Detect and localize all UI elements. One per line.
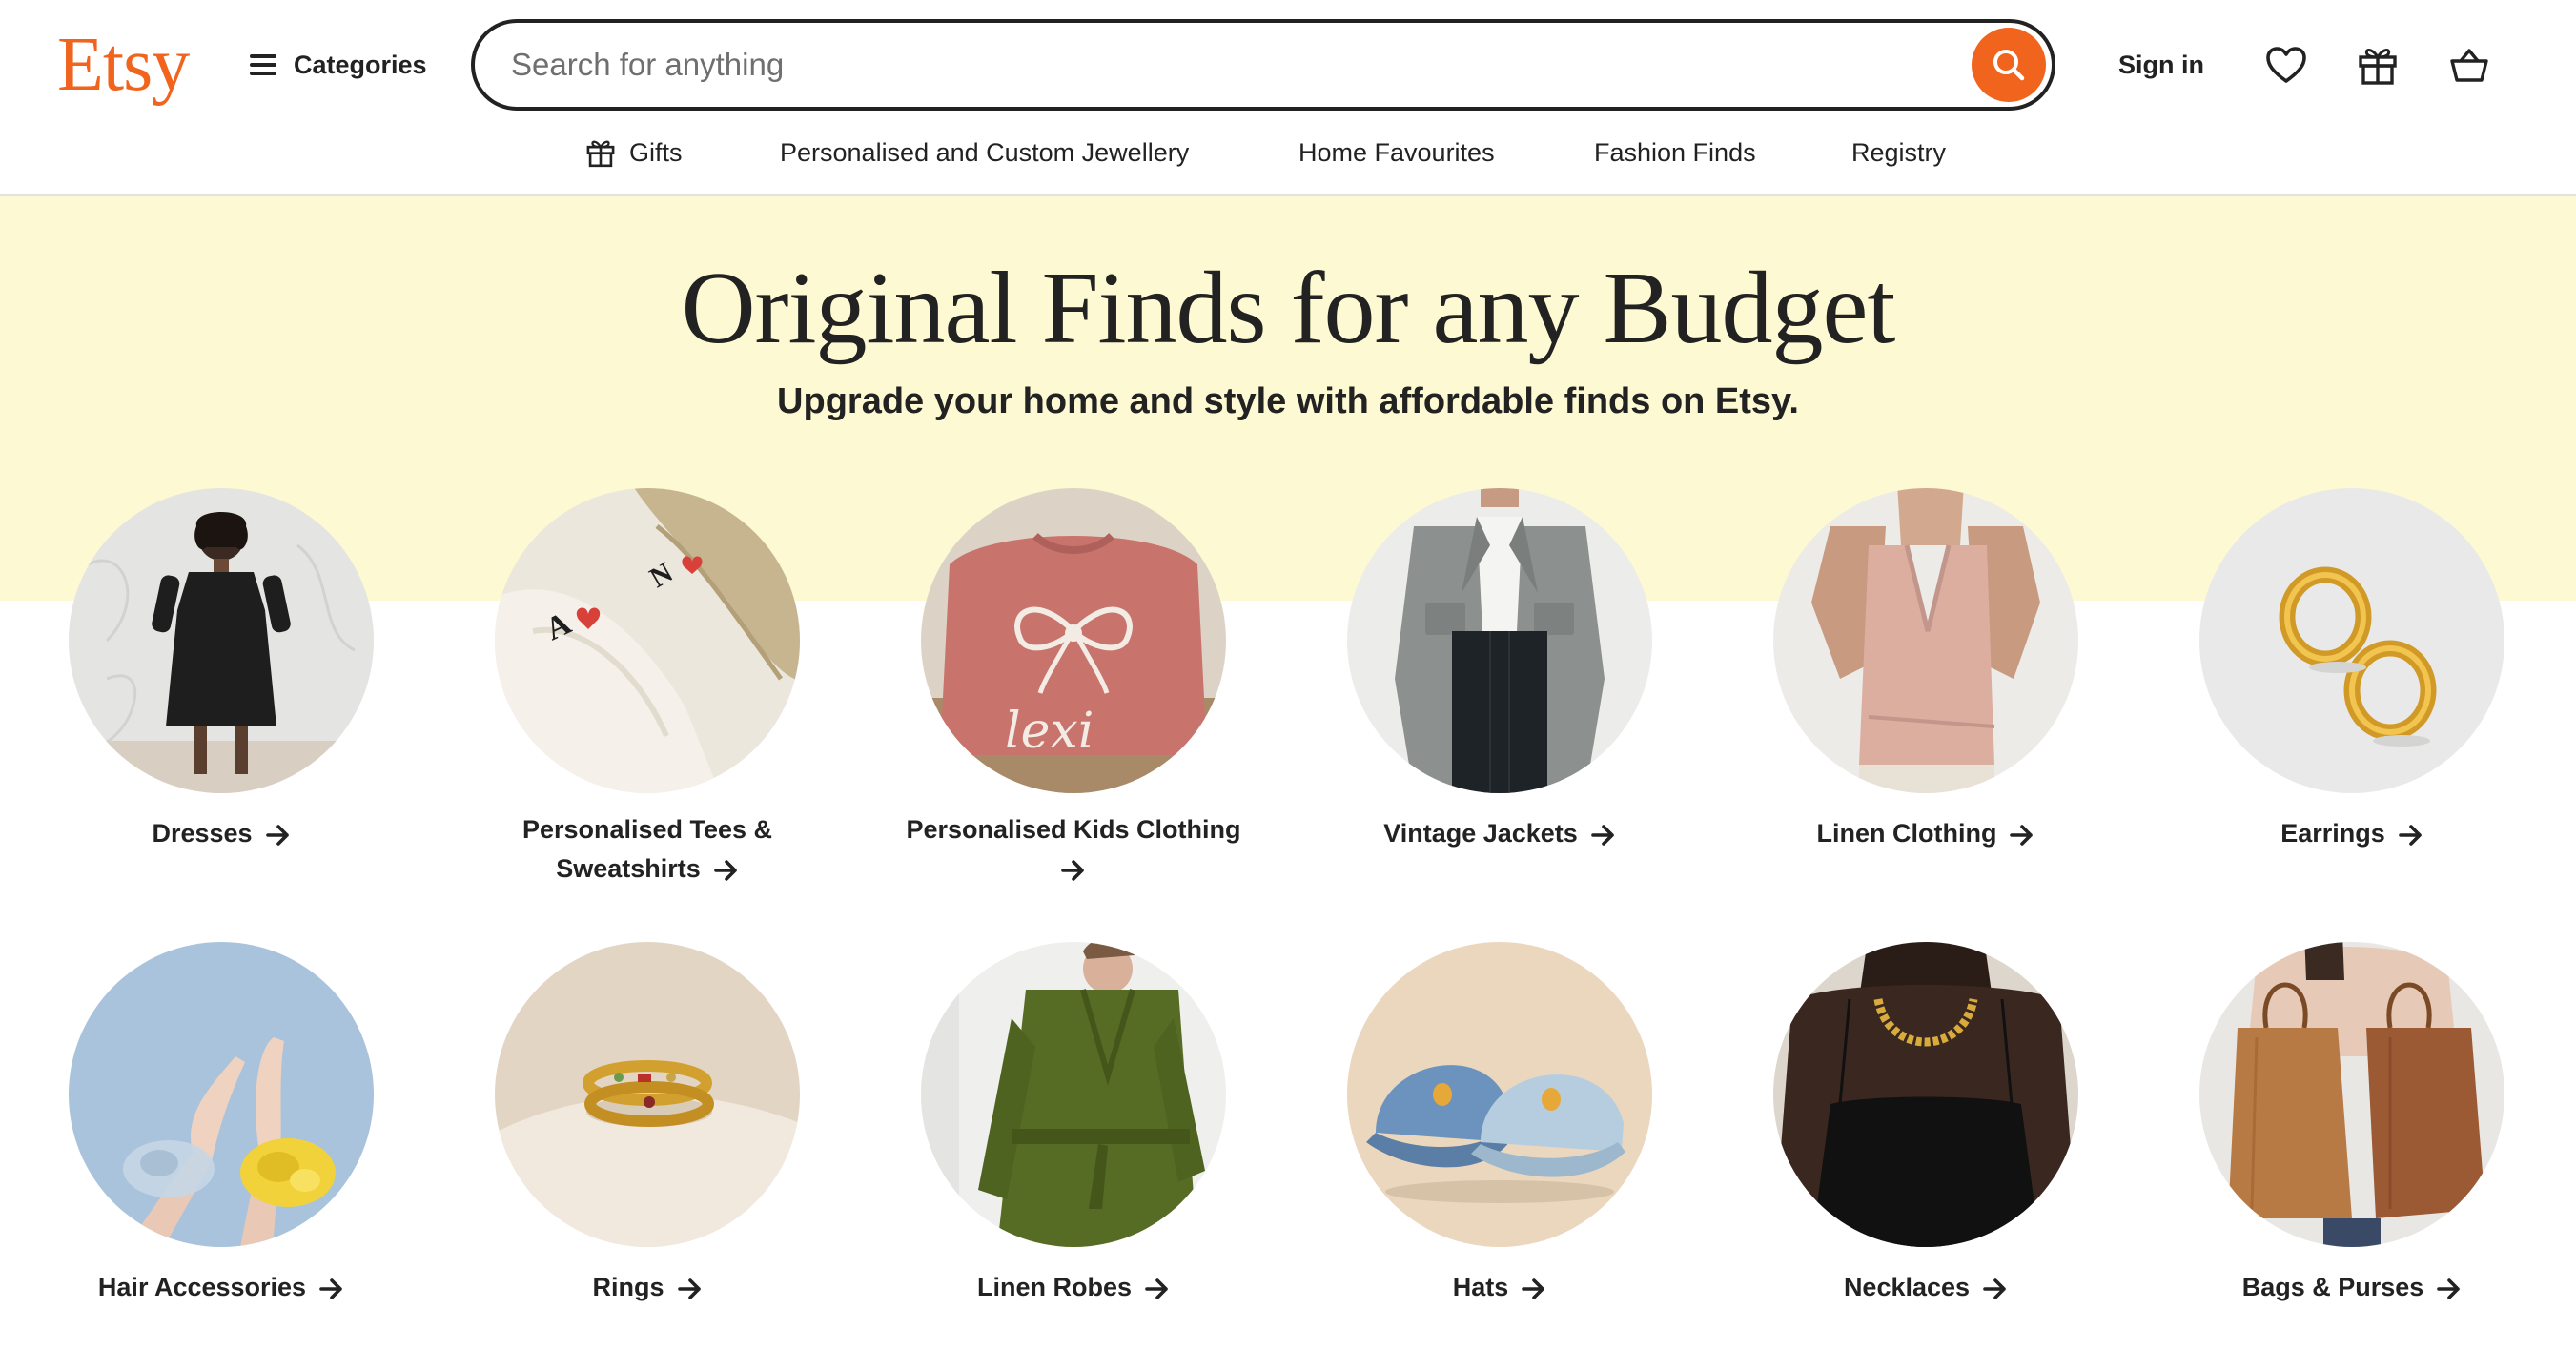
site-header: Etsy Categories Sign in: [0, 0, 2576, 196]
leather-totes-photo: [2199, 942, 2504, 1247]
search-input[interactable]: [509, 23, 1939, 107]
favorites-button[interactable]: [2259, 38, 2313, 92]
arrow-right-icon: [319, 1278, 342, 1299]
green-robe-photo: [921, 942, 1226, 1247]
gold-hoop-earrings-photo: [2199, 488, 2504, 793]
arrow-right-icon: [713, 860, 737, 881]
arrow-right-icon: [265, 825, 289, 846]
cart-button[interactable]: [2443, 38, 2496, 92]
gift-icon: [2359, 49, 2397, 85]
category-label-earrings: Earrings: [2161, 814, 2543, 853]
arrow-right-icon: [1522, 1278, 1545, 1299]
gift-button[interactable]: [2351, 38, 2404, 92]
search-bar: [471, 19, 2055, 111]
category-label-hair-accessories: Hair Accessories: [31, 1268, 412, 1307]
embroidered-sweatshirts-photo: A N: [495, 488, 800, 793]
arrow-right-icon: [2010, 825, 2034, 846]
search-icon: [1993, 50, 2025, 81]
arrow-right-icon: [1061, 860, 1084, 881]
category-label-personalised-tees: Personalised Tees & Sweatshirts: [521, 815, 773, 883]
category-label-linen-robes: Linen Robes: [883, 1268, 1264, 1307]
arrow-right-icon: [2398, 825, 2422, 846]
category-label-dresses: Dresses: [31, 814, 412, 853]
arrow-right-icon: [2437, 1278, 2461, 1299]
sign-in-link[interactable]: Sign in: [2118, 38, 2204, 92]
black-dress-photo: [69, 488, 374, 793]
hamburger-menu-icon: [250, 54, 276, 75]
hero-title: Original Finds for any Budget: [681, 252, 1896, 365]
scrunchies-photo: [69, 942, 374, 1247]
category-label-bags-purses: Bags & Purses: [2161, 1268, 2543, 1307]
gold-rings-photo: [495, 942, 800, 1247]
gold-chain-necklace-photo: [1773, 942, 2078, 1247]
arrow-right-icon: [1145, 1278, 1168, 1299]
subnav-jewellery[interactable]: Personalised and Custom Jewellery: [780, 126, 1189, 179]
sub-navigation: Gifts Personalised and Custom Jewellery …: [0, 126, 2576, 179]
arrow-right-icon: [1983, 1278, 2006, 1299]
category-label-necklaces: Necklaces: [1735, 1268, 2116, 1307]
category-label-personalised-kids: Personalised Kids Clothing: [883, 810, 1264, 889]
etsy-logo[interactable]: Etsy: [57, 17, 190, 112]
category-label-hats: Hats: [1309, 1268, 1690, 1307]
search-button[interactable]: [1972, 28, 2046, 102]
arrow-right-icon: [1591, 825, 1614, 846]
subnav-gifts-label: Gifts: [629, 137, 683, 167]
pink-bow-sweatshirt-photo: lexi: [921, 488, 1226, 793]
subnav-registry[interactable]: Registry: [1851, 126, 1946, 179]
gift-icon: [586, 140, 615, 168]
category-label-linen-clothing: Linen Clothing: [1735, 814, 2116, 853]
pink-linen-vest-photo: [1773, 488, 2078, 793]
subnav-fashion-finds[interactable]: Fashion Finds: [1594, 126, 1756, 179]
denim-caps-photo: [1347, 942, 1652, 1247]
category-label-vintage-jackets: Vintage Jackets: [1309, 814, 1690, 853]
categories-button[interactable]: Categories: [250, 38, 427, 92]
subnav-home-favourites[interactable]: Home Favourites: [1298, 126, 1495, 179]
subnav-gifts[interactable]: Gifts: [585, 126, 683, 179]
svg-text:lexi: lexi: [1005, 703, 1094, 760]
heart-icon: [2266, 47, 2306, 83]
hero-subtitle: Upgrade your home and style with afforda…: [777, 381, 1799, 421]
categories-label: Categories: [294, 50, 427, 79]
arrow-right-icon: [677, 1278, 701, 1299]
grey-jacket-photo: [1347, 488, 1652, 793]
category-label-rings: Rings: [457, 1268, 838, 1307]
shopping-basket-icon: [2450, 49, 2488, 82]
